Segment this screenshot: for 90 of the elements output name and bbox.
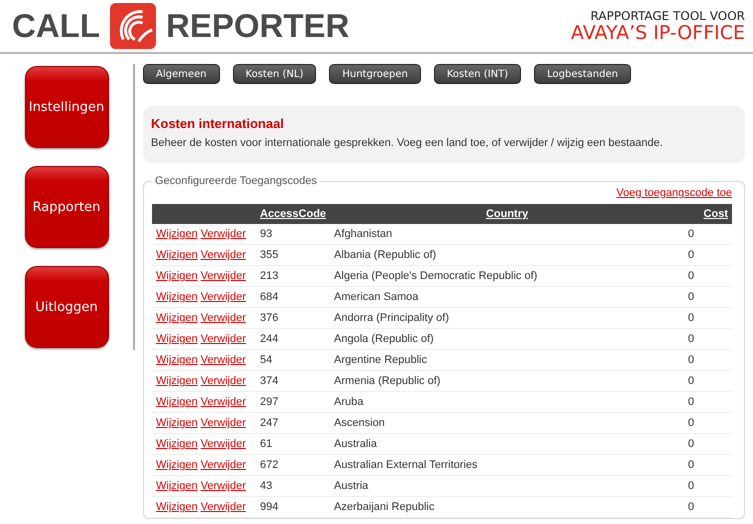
delete-link[interactable]: Verwijder bbox=[200, 270, 246, 282]
add-link[interactable]: Voeg toegangscode toe bbox=[616, 187, 732, 199]
edit-link[interactable]: Wijzigen bbox=[156, 228, 198, 240]
tab[interactable]: Kosten (NL) bbox=[232, 64, 316, 84]
logo-icon bbox=[110, 3, 156, 49]
table-cell: 0 bbox=[688, 396, 694, 408]
table-cell: 0 bbox=[688, 354, 694, 366]
edit-link[interactable]: Wijzigen bbox=[156, 480, 198, 492]
edit-link[interactable]: Wijzigen bbox=[156, 270, 198, 282]
edit-link[interactable]: Wijzigen bbox=[156, 249, 198, 261]
column-header[interactable]: Cost bbox=[684, 204, 732, 224]
logo-text: CALL bbox=[12, 7, 100, 45]
delete-link[interactable]: Verwijder bbox=[200, 354, 246, 366]
section-title: Kosten internationaal bbox=[151, 116, 285, 131]
table-cell: Australian External Territories bbox=[334, 459, 478, 471]
table-cell: Angola (Republic of) bbox=[334, 333, 434, 345]
table-cell: 0 bbox=[688, 417, 694, 429]
table-cell: Argentine Republic bbox=[334, 354, 427, 366]
delete-link[interactable]: Verwijder bbox=[200, 459, 246, 471]
delete-link[interactable]: Verwijder bbox=[200, 438, 246, 450]
group-legend: Geconfigureerde Toegangscodes bbox=[152, 175, 320, 187]
table-cell: 247 bbox=[260, 417, 278, 429]
table-cell: 213 bbox=[260, 270, 278, 282]
edit-link[interactable]: Wijzigen bbox=[156, 501, 198, 513]
edit-link[interactable]: Wijzigen bbox=[156, 459, 198, 471]
table-cell: 0 bbox=[688, 459, 694, 471]
table-cell: 0 bbox=[688, 291, 694, 303]
edit-link[interactable]: Wijzigen bbox=[156, 417, 198, 429]
delete-link[interactable]: Verwijder bbox=[200, 228, 246, 240]
column-header[interactable]: AccessCode bbox=[256, 204, 330, 224]
edit-link[interactable]: Wijzigen bbox=[156, 438, 198, 450]
table-cell: Aruba bbox=[334, 396, 364, 408]
table-cell: Andorra (Principality of) bbox=[334, 312, 449, 324]
table-cell: Ascension bbox=[334, 417, 385, 429]
edit-link[interactable]: Wijzigen bbox=[156, 333, 198, 345]
table-cell: 0 bbox=[688, 438, 694, 450]
table-cell: 0 bbox=[688, 333, 694, 345]
table-cell: 684 bbox=[260, 291, 278, 303]
delete-link[interactable]: Verwijder bbox=[200, 333, 246, 345]
table-cell: Azerbaijani Republic bbox=[334, 501, 434, 513]
sidebar-button[interactable]: Instellingen bbox=[24, 66, 108, 148]
table-cell: Albania (Republic of) bbox=[334, 249, 436, 261]
column-header[interactable]: Country bbox=[330, 204, 684, 224]
logo-text: REPORTER bbox=[166, 7, 350, 45]
edit-link[interactable]: Wijzigen bbox=[156, 354, 198, 366]
tab[interactable]: Logbestanden bbox=[534, 64, 631, 84]
table-cell: 0 bbox=[688, 270, 694, 282]
description: Beheer de kosten voor internationale gesprekken. Voeg een land toe, of verwijder / wijzig een bestaande. bbox=[151, 137, 664, 149]
sidebar-button[interactable]: Rapporten bbox=[24, 166, 108, 248]
table-cell: 0 bbox=[688, 480, 694, 492]
table-cell: 672 bbox=[260, 459, 278, 471]
tagline: RAPPORTAGE TOOL VOOR bbox=[590, 10, 745, 22]
table-cell: American Samoa bbox=[334, 291, 418, 303]
table-cell: 43 bbox=[260, 480, 272, 492]
delete-link[interactable]: Verwijder bbox=[200, 312, 246, 324]
tab[interactable]: Kosten (INT) bbox=[434, 64, 522, 84]
table-cell: 0 bbox=[688, 312, 694, 324]
table-cell: 93 bbox=[260, 228, 272, 240]
table-cell: 61 bbox=[260, 438, 272, 450]
table-cell: 355 bbox=[260, 249, 278, 261]
table-cell: Afghanistan bbox=[334, 228, 392, 240]
delete-link[interactable]: Verwijder bbox=[200, 480, 246, 492]
table-cell: 244 bbox=[260, 333, 278, 345]
delete-link[interactable]: Verwijder bbox=[200, 396, 246, 408]
product-name: AVAYA’S IP-OFFICE bbox=[570, 24, 745, 42]
table-cell: 0 bbox=[688, 228, 694, 240]
delete-link[interactable]: Verwijder bbox=[200, 291, 246, 303]
table-cell: 376 bbox=[260, 312, 278, 324]
edit-link[interactable]: Wijzigen bbox=[156, 312, 198, 324]
table-cell: 0 bbox=[688, 501, 694, 513]
edit-link[interactable]: Wijzigen bbox=[156, 396, 198, 408]
edit-link[interactable]: Wijzigen bbox=[156, 375, 198, 387]
delete-link[interactable]: Verwijder bbox=[200, 417, 246, 429]
table-cell: Armenia (Republic of) bbox=[334, 375, 440, 387]
delete-link[interactable]: Verwijder bbox=[200, 375, 246, 387]
table-cell: Algeria (People's Democratic Republic of) bbox=[334, 270, 538, 282]
table-cell: 0 bbox=[688, 375, 694, 387]
table-cell: 374 bbox=[260, 375, 278, 387]
delete-link[interactable]: Verwijder bbox=[200, 501, 246, 513]
table-cell: 0 bbox=[688, 249, 694, 261]
table-cell: Austria bbox=[334, 480, 368, 492]
table-cell: Australia bbox=[334, 438, 377, 450]
edit-link[interactable]: Wijzigen bbox=[156, 291, 198, 303]
table-cell: 297 bbox=[260, 396, 278, 408]
table-cell: 994 bbox=[260, 501, 278, 513]
sidebar-button[interactable]: Uitloggen bbox=[24, 266, 108, 348]
tab[interactable]: Huntgroepen bbox=[329, 64, 421, 84]
delete-link[interactable]: Verwijder bbox=[200, 249, 246, 261]
tab[interactable]: Algemeen bbox=[143, 64, 220, 84]
table-cell: 54 bbox=[260, 354, 272, 366]
